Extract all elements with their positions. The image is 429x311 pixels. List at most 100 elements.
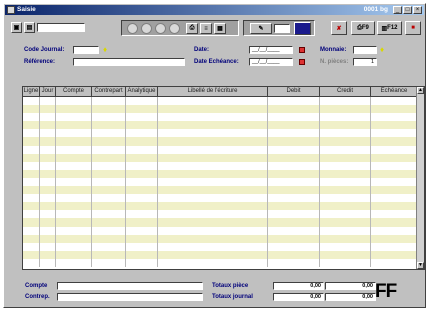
table-cell[interactable] xyxy=(23,234,40,243)
table-cell[interactable] xyxy=(126,194,158,203)
table-cell[interactable] xyxy=(92,169,126,178)
table-cell[interactable] xyxy=(92,121,126,130)
table-cell[interactable] xyxy=(126,226,158,235)
table-cell[interactable] xyxy=(40,258,56,267)
table-cell[interactable] xyxy=(92,113,126,122)
table-cell[interactable] xyxy=(268,210,320,219)
table-cell[interactable] xyxy=(126,145,158,154)
table-row[interactable] xyxy=(23,161,418,170)
table-cell[interactable] xyxy=(56,210,92,219)
table-cell[interactable] xyxy=(268,153,320,162)
exit-button[interactable]: ■ xyxy=(405,21,421,35)
table-cell[interactable] xyxy=(371,161,418,170)
table-cell[interactable] xyxy=(158,202,268,211)
table-cell[interactable] xyxy=(23,113,40,122)
table-cell[interactable] xyxy=(23,226,40,235)
toolbar-search-input[interactable] xyxy=(37,23,85,32)
table-cell[interactable] xyxy=(371,153,418,162)
table-cell[interactable] xyxy=(23,177,40,187)
nav-last-icon[interactable] xyxy=(169,23,180,34)
table-cell[interactable] xyxy=(268,202,320,211)
toolbar-new-icon[interactable]: ▣ xyxy=(11,22,22,33)
table-cell[interactable] xyxy=(56,250,92,259)
monnaie-lookup-icon[interactable]: ♦ xyxy=(380,45,384,54)
table-cell[interactable] xyxy=(92,137,126,146)
table-cell[interactable] xyxy=(320,105,371,114)
table-row[interactable] xyxy=(23,169,418,178)
column-header[interactable]: Jour xyxy=(40,87,56,97)
table-cell[interactable] xyxy=(40,194,56,203)
table-cell[interactable] xyxy=(371,194,418,203)
table-cell[interactable] xyxy=(158,129,268,138)
table-cell[interactable] xyxy=(56,202,92,211)
table-cell[interactable] xyxy=(320,186,371,195)
table-cell[interactable] xyxy=(158,97,268,106)
table-cell[interactable] xyxy=(92,210,126,219)
table-cell[interactable] xyxy=(126,169,158,178)
column-header[interactable]: Credit xyxy=(320,87,371,97)
table-cell[interactable] xyxy=(371,202,418,211)
table-cell[interactable] xyxy=(126,121,158,130)
table-cell[interactable] xyxy=(320,210,371,219)
table-cell[interactable] xyxy=(56,177,92,187)
table-cell[interactable] xyxy=(268,97,320,106)
table-cell[interactable] xyxy=(126,202,158,211)
table-cell[interactable] xyxy=(56,226,92,235)
table-cell[interactable] xyxy=(158,169,268,178)
cancel-button[interactable]: ✘ xyxy=(331,21,347,35)
table-cell[interactable] xyxy=(158,186,268,195)
table-cell[interactable] xyxy=(40,113,56,122)
table-cell[interactable] xyxy=(23,258,40,267)
table-cell[interactable] xyxy=(23,210,40,219)
table-cell[interactable] xyxy=(268,218,320,227)
table-cell[interactable] xyxy=(268,137,320,146)
table-cell[interactable] xyxy=(126,210,158,219)
toolbar-list-icon[interactable]: ≡ xyxy=(200,23,212,34)
table-row[interactable] xyxy=(23,242,418,251)
table-cell[interactable] xyxy=(92,129,126,138)
table-cell[interactable] xyxy=(56,258,92,267)
table-cell[interactable] xyxy=(320,161,371,170)
toolbar-open-icon[interactable]: ▤ xyxy=(24,22,35,33)
table-cell[interactable] xyxy=(268,161,320,170)
table-cell[interactable] xyxy=(268,145,320,154)
table-cell[interactable] xyxy=(126,234,158,243)
table-cell[interactable] xyxy=(23,97,40,106)
table-cell[interactable] xyxy=(40,242,56,251)
table-cell[interactable] xyxy=(126,258,158,267)
table-cell[interactable] xyxy=(56,97,92,106)
table-cell[interactable] xyxy=(158,234,268,243)
lookup-bulb-icon[interactable]: ♦ xyxy=(103,45,107,54)
column-header[interactable]: Contrepart xyxy=(92,87,126,97)
table-cell[interactable] xyxy=(56,129,92,138)
table-cell[interactable] xyxy=(320,169,371,178)
close-icon[interactable]: × xyxy=(413,6,422,14)
table-cell[interactable] xyxy=(126,153,158,162)
date-input[interactable]: __/__/____ xyxy=(249,46,293,54)
table-cell[interactable] xyxy=(320,234,371,243)
table-cell[interactable] xyxy=(40,218,56,227)
table-cell[interactable] xyxy=(92,161,126,170)
table-cell[interactable] xyxy=(320,121,371,130)
table-cell[interactable] xyxy=(320,137,371,146)
table-cell[interactable] xyxy=(92,177,126,187)
table-row[interactable] xyxy=(23,113,418,122)
table-cell[interactable] xyxy=(92,258,126,267)
date-calendar-icon[interactable] xyxy=(299,47,305,53)
nav-prev-icon[interactable] xyxy=(141,23,152,34)
f12-button[interactable]: ▥ F12 xyxy=(377,21,402,35)
table-cell[interactable] xyxy=(126,97,158,106)
toolbar-grid-icon[interactable]: ▦ xyxy=(214,23,226,34)
table-cell[interactable] xyxy=(23,105,40,114)
table-row[interactable] xyxy=(23,105,418,114)
reference-input[interactable] xyxy=(73,58,185,66)
table-row[interactable] xyxy=(23,194,418,203)
table-cell[interactable] xyxy=(158,137,268,146)
table-cell[interactable] xyxy=(371,177,418,187)
table-cell[interactable] xyxy=(371,145,418,154)
table-cell[interactable] xyxy=(158,250,268,259)
table-cell[interactable] xyxy=(23,169,40,178)
table-row[interactable] xyxy=(23,202,418,211)
table-cell[interactable] xyxy=(371,121,418,130)
table-cell[interactable] xyxy=(92,202,126,211)
